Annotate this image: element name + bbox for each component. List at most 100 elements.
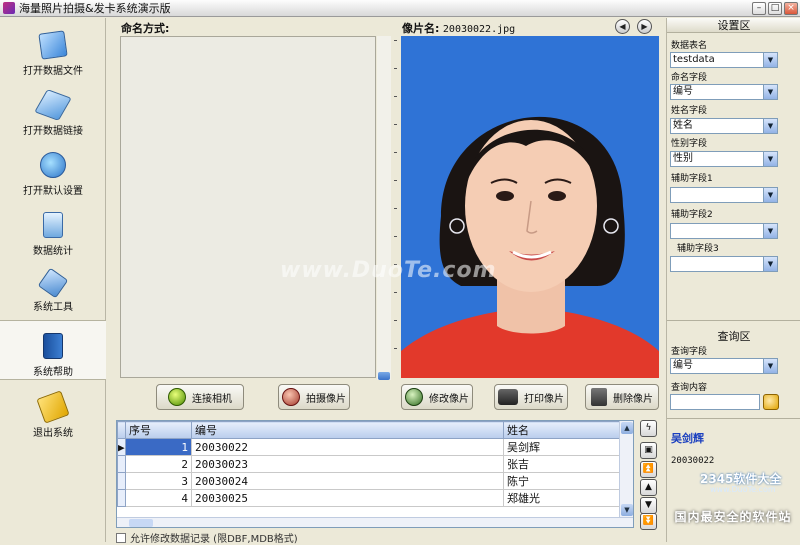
button-label: 连接相机: [192, 393, 232, 405]
cell-name[interactable]: 郑雄光: [503, 489, 633, 507]
chevron-down-icon[interactable]: ▼: [763, 224, 777, 238]
allow-edit-label: 允许修改数据记录 (限DBF,MDB格式): [130, 534, 298, 545]
connect-camera-button[interactable]: 连接相机: [156, 384, 244, 410]
query-content-input[interactable]: [670, 394, 760, 410]
right-panel: 设置区 数据表名 testdata ▼ 命名字段 编号 ▼ 姓名字段 姓名 ▼ …: [666, 18, 800, 542]
cell-id[interactable]: 20030025: [191, 489, 504, 507]
aux-field-1-select[interactable]: ▼: [670, 187, 778, 203]
scrollbar-thumb[interactable]: [378, 372, 390, 380]
table-row[interactable]: 3 20030024 陈宁: [117, 472, 633, 490]
scroll-down-icon[interactable]: ▼: [621, 504, 633, 516]
table-horizontal-scrollbar[interactable]: [117, 517, 633, 527]
edit-photo-button[interactable]: 修改像片: [401, 384, 473, 410]
open-data-file-icon: [38, 30, 68, 60]
aux-field-2-select[interactable]: ▼: [670, 223, 778, 239]
section-divider: [667, 418, 800, 419]
cell-id[interactable]: 20030022: [191, 438, 504, 456]
person-field-select[interactable]: 姓名 ▼: [670, 118, 778, 134]
close-button[interactable]: ×: [784, 1, 798, 15]
sidebar-item-system-help[interactable]: 系统帮助: [0, 320, 106, 380]
aux-field-3-select[interactable]: ▼: [670, 256, 778, 272]
records-table[interactable]: 序号 编号 姓名 ▶ 1 20030022 吴剑辉 2 20030023 张吉 …: [116, 420, 634, 528]
cell-seq[interactable]: 1: [125, 438, 192, 456]
sidebar-item-open-data-link[interactable]: 打开数据链接: [0, 80, 106, 140]
next-photo-button[interactable]: ▶: [637, 19, 652, 34]
chevron-down-icon[interactable]: ▼: [763, 85, 777, 99]
sidebar-item-data-statistics[interactable]: 数据统计: [0, 200, 106, 260]
select-value: 编号: [673, 360, 693, 371]
lightning-icon[interactable]: ϟ: [640, 420, 657, 437]
window-title: 海量照片拍摄&发卡系统演示版: [19, 2, 171, 15]
previous-record-icon[interactable]: ▲: [640, 479, 657, 496]
cell-seq[interactable]: 3: [125, 472, 192, 490]
naming-scrollbar[interactable]: [377, 36, 391, 380]
search-icon[interactable]: [763, 394, 779, 410]
take-photo-button[interactable]: 拍摄像片: [278, 384, 350, 410]
query-content-label: 查询内容: [671, 383, 708, 393]
previous-photo-button[interactable]: ◀: [615, 19, 630, 34]
trash-icon: [591, 388, 607, 406]
gender-field-select[interactable]: 性别 ▼: [670, 151, 778, 167]
sidebar-item-system-tools[interactable]: 系统工具: [0, 260, 106, 320]
button-label: 修改像片: [429, 393, 469, 405]
cell-name[interactable]: 吴剑辉: [503, 438, 633, 456]
sidebar-item-label: 系统帮助: [33, 367, 73, 378]
table-vertical-scrollbar[interactable]: ▲ ▼: [619, 421, 633, 527]
person-field-label: 姓名字段: [671, 106, 708, 116]
aux-field-1-label: 辅助字段1: [671, 174, 713, 184]
sidebar-item-label: 打开默认设置: [23, 186, 83, 197]
site-url: www.DuoTe.com: [710, 485, 776, 494]
column-header-seq[interactable]: 序号: [125, 421, 192, 439]
delete-photo-button[interactable]: 删除像片: [585, 384, 659, 410]
naming-mode-area[interactable]: [120, 36, 376, 378]
select-value: 编号: [673, 86, 693, 97]
print-photo-button[interactable]: 打印像片: [494, 384, 568, 410]
scrollbar-thumb[interactable]: [129, 519, 153, 527]
column-header-name[interactable]: 姓名: [503, 421, 633, 439]
sidebar-item-label: 数据统计: [33, 246, 73, 257]
chevron-down-icon[interactable]: ▼: [763, 152, 777, 166]
chevron-down-icon[interactable]: ▼: [763, 53, 777, 67]
sidebar-item-exit-system[interactable]: 退出系统: [0, 382, 106, 442]
minimize-button[interactable]: –: [752, 1, 766, 15]
selected-person-name[interactable]: 吴剑辉: [671, 430, 704, 446]
table-row[interactable]: 2 20030023 张吉: [117, 455, 633, 473]
select-value: 性别: [673, 153, 693, 164]
sidebar-item-open-default-settings[interactable]: 打开默认设置: [0, 140, 106, 200]
chevron-down-icon[interactable]: ▼: [763, 359, 777, 373]
table-name-select[interactable]: testdata ▼: [670, 52, 778, 68]
allow-edit-checkbox[interactable]: 允许修改数据记录 (限DBF,MDB格式): [116, 530, 298, 545]
last-record-icon[interactable]: ⏬: [640, 513, 657, 530]
cell-id[interactable]: 20030023: [191, 455, 504, 473]
scroll-up-icon[interactable]: ▲: [621, 422, 633, 434]
column-header-id[interactable]: 编号: [191, 421, 504, 439]
first-record-icon[interactable]: ⏫: [640, 461, 657, 478]
system-tools-icon: [37, 267, 69, 299]
save-icon[interactable]: ▣: [640, 442, 657, 459]
cell-name[interactable]: 陈宁: [503, 472, 633, 490]
section-divider: [667, 320, 800, 321]
maximize-button[interactable]: □: [768, 1, 782, 15]
chevron-down-icon[interactable]: ▼: [763, 188, 777, 202]
table-row[interactable]: ▶ 1 20030022 吴剑辉: [117, 438, 633, 456]
photo-name-label: 像片名: 20030022.jpg: [402, 20, 515, 36]
cell-seq[interactable]: 2: [125, 455, 192, 473]
shutter-icon: [282, 388, 300, 406]
cell-seq[interactable]: 4: [125, 489, 192, 507]
sidebar-item-open-data-file[interactable]: 打开数据文件: [0, 20, 106, 80]
chevron-down-icon[interactable]: ▼: [763, 119, 777, 133]
cell-id[interactable]: 20030024: [191, 472, 504, 490]
name-field-select[interactable]: 编号 ▼: [670, 84, 778, 100]
cell-name[interactable]: 张吉: [503, 455, 633, 473]
select-value: testdata: [673, 54, 715, 65]
query-section-title: 查询区: [717, 330, 751, 343]
name-field-label: 命名字段: [671, 73, 708, 83]
chevron-down-icon[interactable]: ▼: [763, 257, 777, 271]
query-field-select[interactable]: 编号 ▼: [670, 358, 778, 374]
next-record-icon[interactable]: ▼: [640, 497, 657, 514]
table-row[interactable]: 4 20030025 郑雄光: [117, 489, 633, 507]
sidebar-item-label: 退出系统: [33, 428, 73, 439]
app-icon: [3, 2, 15, 14]
title-bar: 海量照片拍摄&发卡系统演示版 – □ ×: [0, 0, 800, 17]
checkbox-box[interactable]: [116, 532, 126, 543]
